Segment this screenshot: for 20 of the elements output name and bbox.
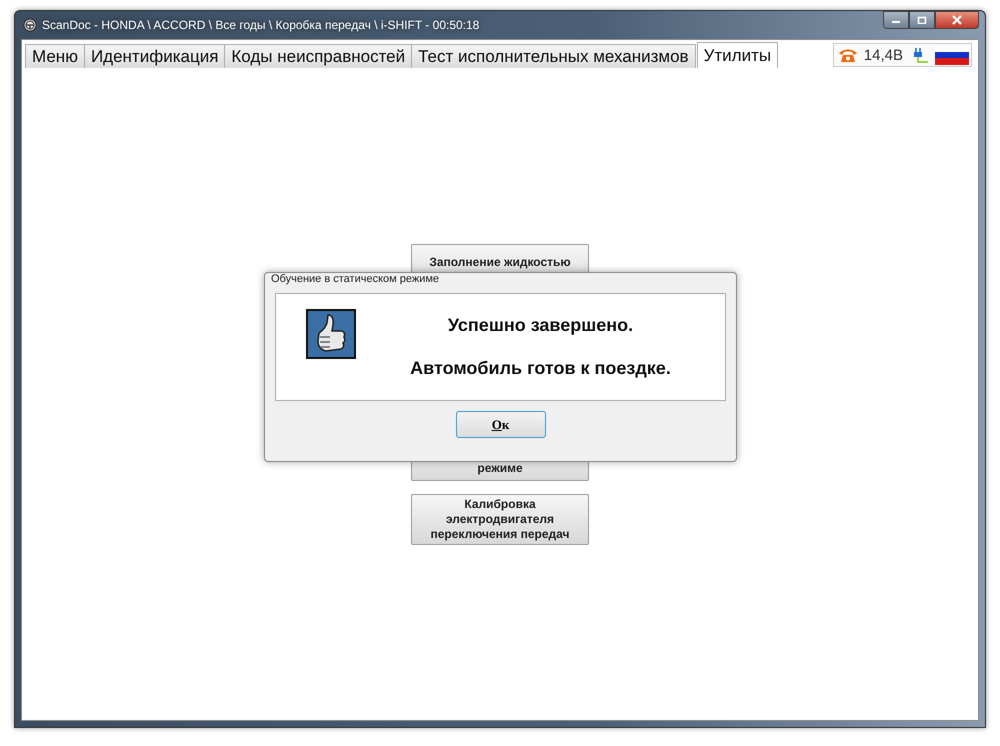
voltage-reading: 14,4В: [864, 46, 903, 64]
tab[interactable]: Тест исполнительных механизмов: [411, 44, 696, 68]
minimize-button[interactable]: [883, 11, 909, 29]
dialog-message: Автомобиль готов к поездке.: [410, 358, 671, 379]
thumbs-up-icon: [306, 309, 356, 359]
maximize-button[interactable]: [909, 11, 935, 29]
dialog-message: Успешно завершено.: [448, 315, 634, 336]
tab[interactable]: Идентификация: [84, 44, 226, 68]
ok-button[interactable]: Ок: [456, 411, 546, 438]
phone-icon: [838, 47, 858, 63]
tab[interactable]: Коды неисправностей: [224, 44, 412, 68]
close-button[interactable]: [935, 11, 979, 29]
plug-icon: [913, 46, 929, 64]
maximize-icon: [917, 16, 927, 24]
function-button[interactable]: Калибровка электродвигателя переключения передач: [411, 494, 589, 545]
close-icon: [951, 15, 963, 25]
steering-wheel-icon: [23, 18, 37, 32]
tab[interactable]: Утилиты: [696, 42, 778, 68]
window-title: ScanDoc - HONDA \ ACCORD \ Все годы \ Коробка передач \ i-SHIFT - 00:50:18: [42, 18, 480, 32]
tab[interactable]: Меню: [25, 44, 85, 68]
